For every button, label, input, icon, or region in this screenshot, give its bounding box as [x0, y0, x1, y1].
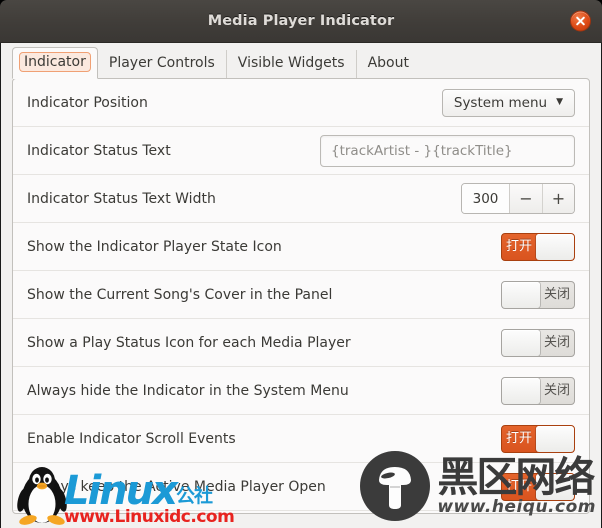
row-label: Enable Indicator Scroll Events	[27, 430, 236, 447]
row-label: Always hide the Indicator in the System …	[27, 382, 349, 399]
indicator-position-dropdown[interactable]: System menu ▼	[441, 88, 575, 117]
close-icon[interactable]	[570, 10, 591, 32]
toggle-knob	[502, 377, 540, 404]
toggle-knob	[536, 233, 574, 260]
setting-row-show-song-cover: Show the Current Song's Cover in the Pan…	[13, 271, 589, 319]
stepper-increment-button[interactable]: +	[542, 184, 574, 213]
tab-visible-widgets[interactable]: Visible Widgets	[227, 50, 357, 78]
tab-player-controls-label: Player Controls	[108, 55, 215, 71]
setting-row-show-player-state-icon: Show the Indicator Player State Icon 打开	[13, 223, 589, 271]
toggle-knob	[536, 425, 574, 452]
tab-indicator[interactable]: Indicator	[12, 47, 98, 79]
row-label: Show the Indicator Player State Icon	[27, 238, 282, 255]
row-label: Show the Current Song's Cover in the Pan…	[27, 286, 333, 303]
toggle-knob	[536, 473, 574, 500]
setting-row-enable-scroll-events: Enable Indicator Scroll Events 打开	[13, 415, 589, 463]
window-titlebar: Media Player Indicator	[0, 0, 602, 43]
setting-row-indicator-position: Indicator Position System menu ▼	[13, 79, 589, 127]
indicator-status-text-input[interactable]	[320, 134, 575, 167]
chevron-down-icon: ▼	[556, 97, 563, 107]
tab-player-controls[interactable]: Player Controls	[98, 50, 227, 78]
setting-row-always-hide-indicator: Always hide the Indicator in the System …	[13, 367, 589, 415]
setting-row-indicator-status-text-width: Indicator Status Text Width 300 − +	[13, 175, 589, 223]
window-title: Media Player Indicator	[207, 13, 395, 29]
toggle-label: 打开	[505, 239, 532, 254]
setting-row-hide-gnome-mpris: Hide the built-in GNOME Shell MPRIS Cont…	[13, 511, 589, 513]
tab-bar: Indicator Player Controls Visible Widget…	[12, 43, 590, 79]
tab-visible-widgets-label: Visible Widgets	[237, 55, 345, 71]
indicator-position-value: System menu	[453, 94, 548, 111]
toggle-label: 关闭	[543, 287, 570, 302]
tab-indicator-label: Indicator	[19, 52, 91, 72]
toggle-show-play-status-icon[interactable]: 关闭	[501, 328, 575, 357]
tab-about-label: About	[367, 55, 409, 71]
indicator-status-text-width-stepper[interactable]: 300 − +	[461, 183, 575, 214]
window-body: Indicator Player Controls Visible Widget…	[0, 43, 602, 528]
row-label: Show a Play Status Icon for each Media P…	[27, 334, 351, 351]
toggle-show-song-cover[interactable]: 关闭	[501, 280, 575, 309]
toggle-keep-player-open[interactable]: 打开	[501, 472, 575, 501]
toggle-label: 关闭	[543, 383, 570, 398]
setting-row-show-play-status-icon: Show a Play Status Icon for each Media P…	[13, 319, 589, 367]
toggle-label: 关闭	[543, 335, 570, 350]
toggle-label: 打开	[505, 479, 532, 494]
toggle-enable-scroll-events[interactable]: 打开	[501, 424, 575, 453]
row-label: Indicator Position	[27, 94, 148, 111]
row-label: Always keep the Active Media Player Open	[27, 478, 326, 495]
setting-row-keep-player-open: Always keep the Active Media Player Open…	[13, 463, 589, 511]
toggle-show-player-state-icon[interactable]: 打开	[501, 232, 575, 261]
toggle-label: 打开	[505, 431, 532, 446]
row-label: Indicator Status Text Width	[27, 190, 216, 207]
toggle-knob	[502, 329, 540, 356]
row-label: Indicator Status Text	[27, 142, 171, 159]
stepper-value[interactable]: 300	[462, 184, 510, 213]
settings-list: Indicator Position System menu ▼ Indicat…	[12, 78, 590, 514]
application-window: Media Player Indicator Indicator Player …	[0, 0, 602, 528]
toggle-knob	[502, 281, 540, 308]
toggle-always-hide-indicator[interactable]: 关闭	[501, 376, 575, 405]
setting-row-indicator-status-text: Indicator Status Text	[13, 127, 589, 175]
stepper-decrement-button[interactable]: −	[510, 184, 542, 213]
tab-about[interactable]: About	[357, 50, 420, 78]
